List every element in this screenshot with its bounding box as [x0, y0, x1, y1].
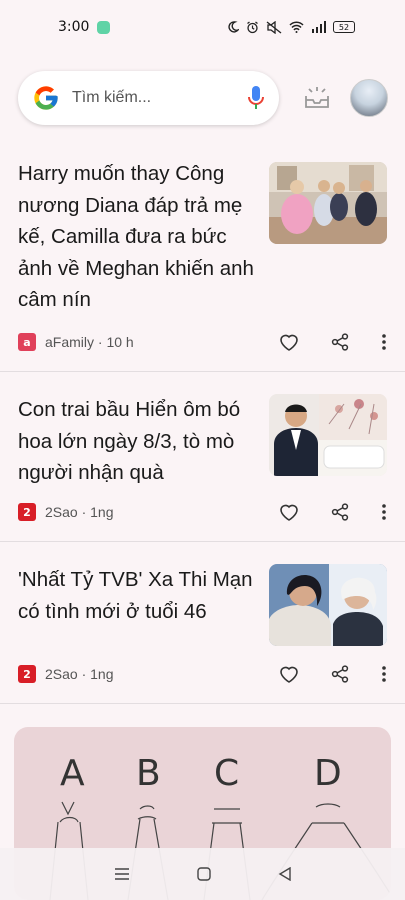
status-bar: 3:00 52: [0, 0, 405, 54]
article-actions: [279, 665, 387, 683]
article-meta: 2 2Sao · 1ng: [18, 654, 387, 694]
share-icon[interactable]: [331, 503, 349, 521]
system-nav-bar: [0, 848, 405, 900]
article-card[interactable]: Con trai bầu Hiển ôm bó hoa lớn ngày 8/3…: [0, 372, 405, 542]
article-thumbnail[interactable]: [269, 394, 387, 476]
article-title[interactable]: Con trai bầu Hiển ôm bó hoa lớn ngày 8/3…: [18, 394, 258, 489]
share-icon[interactable]: [331, 333, 349, 351]
mute-icon: [266, 20, 282, 34]
more-options-icon[interactable]: [381, 333, 387, 351]
signal-icon: [312, 21, 326, 33]
afamily-logo-icon: a: [18, 333, 36, 351]
share-icon[interactable]: [331, 665, 349, 683]
menu-icon[interactable]: [114, 867, 130, 881]
wifi-icon: [289, 21, 304, 33]
status-time: 3:00: [58, 19, 90, 35]
article-actions: [279, 333, 387, 351]
google-logo-icon: [34, 86, 58, 110]
back-icon[interactable]: [278, 867, 292, 881]
article-meta: 2 2Sao · 1ng: [18, 492, 387, 532]
article-card[interactable]: 'Nhất Tỷ TVB' Xa Thi Mạn có tình mới ở t…: [0, 542, 405, 704]
heart-icon[interactable]: [279, 665, 299, 683]
article-card[interactable]: Harry muốn thay Công nương Diana đáp trả…: [0, 140, 405, 372]
moon-icon: [228, 21, 239, 33]
avatar[interactable]: [350, 79, 388, 117]
2sao-logo-icon: 2: [18, 665, 36, 683]
article-thumbnail[interactable]: [269, 162, 387, 244]
2sao-logo-icon: 2: [18, 503, 36, 521]
heart-icon[interactable]: [279, 503, 299, 521]
article-actions: [279, 503, 387, 521]
article-meta: a aFamily · 10 h: [18, 322, 387, 362]
more-options-icon[interactable]: [381, 503, 387, 521]
status-icons: 52: [227, 20, 355, 34]
article-title[interactable]: Harry muốn thay Công nương Diana đáp trả…: [18, 158, 258, 316]
mic-icon[interactable]: [247, 85, 265, 111]
article-title[interactable]: 'Nhất Tỷ TVB' Xa Thi Mạn có tình mới ở t…: [18, 564, 258, 627]
news-feed: Harry muốn thay Công nương Diana đáp trả…: [0, 140, 405, 704]
article-source: aFamily · 10 h: [45, 334, 134, 350]
heart-icon[interactable]: [279, 333, 299, 351]
search-input[interactable]: Tìm kiếm...: [72, 89, 247, 107]
more-options-icon[interactable]: [381, 665, 387, 683]
home-icon[interactable]: [196, 867, 211, 881]
alarm-icon: [247, 20, 258, 33]
app-notification-icon: [97, 20, 111, 34]
article-source: 2Sao · 1ng: [45, 666, 114, 682]
battery-icon: 52: [333, 21, 355, 33]
search-bar[interactable]: Tìm kiếm...: [18, 71, 279, 125]
article-thumbnail[interactable]: [269, 564, 387, 646]
inbox-icon[interactable]: [301, 82, 333, 114]
article-source: 2Sao · 1ng: [45, 504, 114, 520]
search-row: Tìm kiếm...: [18, 70, 388, 126]
